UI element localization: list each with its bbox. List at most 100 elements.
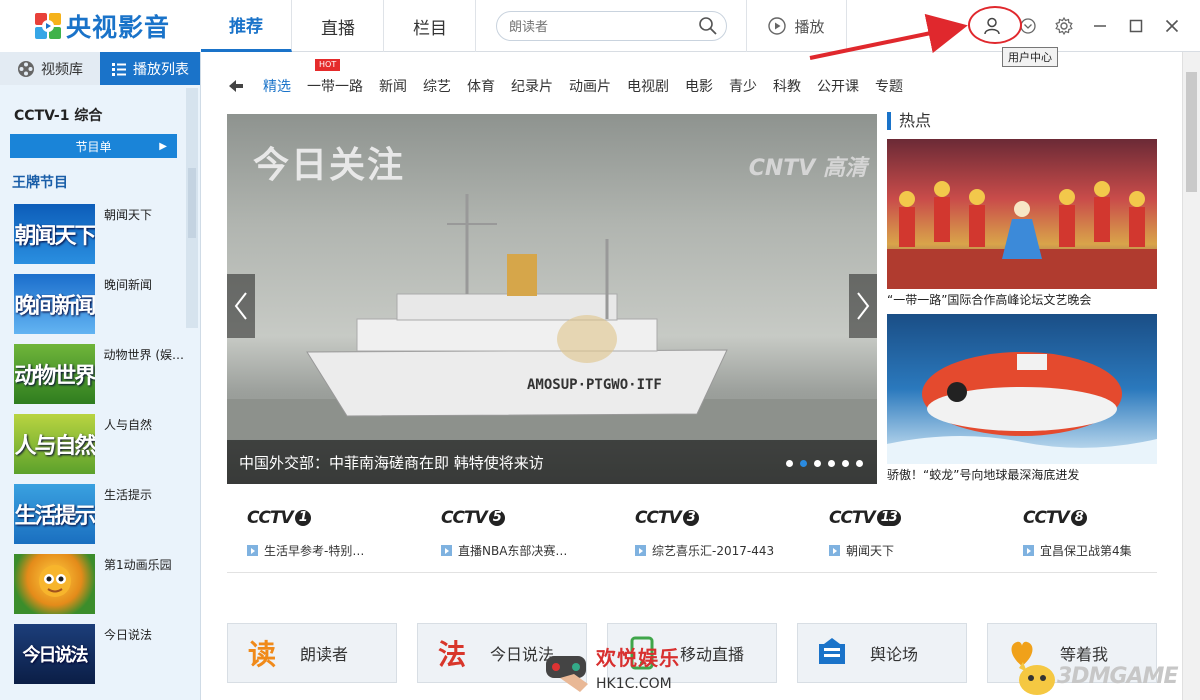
cctv-logo: CCTV 8 [1023,505,1193,531]
channel-item[interactable]: CCTV 13 朝闻天下 [809,505,999,559]
category-featured[interactable]: 精选 [263,76,291,96]
logo-icon [34,12,62,40]
category-tv-drama[interactable]: 电视剧 [627,76,669,96]
hot-caption[interactable]: 骄傲！“蛟龙”号向地球最深海底进发 [887,466,1079,483]
settings-icon[interactable] [1052,14,1076,38]
hot-caption[interactable]: “一带一路”国际合作高峰论坛文艺晚会 [887,291,1091,308]
gamepad-hand-icon [546,656,588,692]
card-label: 移动直播 [680,645,745,664]
channel-program: 直播NBA东部决赛… [458,544,568,558]
sidebar-scrollbar[interactable] [186,88,198,328]
cartoon-character-icon [38,565,71,597]
carousel-dot[interactable] [786,460,793,467]
carousel-prev-button[interactable] [227,274,255,338]
3dmgame-watermark: 3DMGAME [1015,658,1200,698]
program-item[interactable]: 朝闻天下 朝闻天下 [14,204,184,274]
channel-title: CCTV-1 综合 [14,108,103,124]
program-name: 人与自然 [104,418,153,432]
program-name: 动物世界 (娱… [103,348,185,362]
main-scrollbar[interactable] [1182,52,1200,700]
channel-program: 综艺喜乐汇-2017-443 [652,544,775,558]
card-label: 朗读者 [300,645,349,664]
play-icon [247,545,258,556]
cctv-logo: CCTV 3 [635,505,805,531]
carousel-next-button[interactable] [849,274,877,338]
tab-playlist[interactable]: 播放列表 [100,52,200,85]
channel-program: 宜昌保卫战第4集 [1040,544,1132,558]
gala-performers-image [887,181,1157,289]
play-icon [1023,545,1034,556]
user-center-tooltip: 用户中心 [1002,47,1058,67]
category-special[interactable]: 专题 [875,76,903,96]
program-guide-button[interactable]: 节目单 ▶ [10,134,177,158]
category-sports[interactable]: 体育 [467,76,495,96]
carousel-dot-active[interactable] [800,460,807,467]
hot-badge: HOT [315,59,341,71]
channel-item[interactable]: CCTV 1 生活早参考-特别… [227,505,417,559]
legal-icon: 法 [437,638,466,671]
program-thumbnail: 生活提示 [14,484,95,544]
category-news[interactable]: 新闻 [379,76,407,96]
category-label: 一带一路 [307,79,363,95]
category-youth[interactable]: 青少 [729,76,757,96]
chevron-right-icon [857,292,870,320]
category-documentary[interactable]: 纪录片 [511,76,553,96]
highlight-circle [968,6,1022,44]
program-thumbnail: 动物世界 [14,344,95,404]
channel-item[interactable]: CCTV 5 直播NBA东部决赛… [421,505,611,559]
back-arrow-icon[interactable] [227,77,245,95]
hot-image-gala[interactable] [887,139,1157,289]
carousel-dot[interactable] [856,460,863,467]
channel-item[interactable]: CCTV 3 综艺喜乐汇-2017-443 [615,505,805,559]
hero-carousel[interactable]: AMOSUP·PTGWO·ITF 今日关注 CNTV 高清 中国外交部：中菲南海… [227,114,877,484]
cctv-logo: CCTV 13 [829,505,999,531]
close-icon[interactable] [1160,14,1184,38]
carousel-dot[interactable] [842,460,849,467]
carousel-dots [786,460,863,467]
program-item[interactable]: 今日说法 今日说法 [14,624,184,694]
readers-icon: 读 [247,638,276,671]
section-title: 王牌节目 [12,175,68,191]
category-movie[interactable]: 电影 [685,76,713,96]
program-item[interactable]: 人与自然 人与自然 [14,414,184,484]
sidebar-scrollbar-thumb[interactable] [188,168,196,238]
tab-recommend[interactable]: 推荐 [201,0,292,52]
program-item[interactable]: 动物世界 动物世界 (娱… [14,344,184,414]
card-readers[interactable]: 读 朗读者 [227,623,397,683]
main-scrollbar-thumb[interactable] [1186,72,1197,192]
hot-image-submarine[interactable] [887,314,1157,464]
tab-live[interactable]: 直播 [293,0,384,52]
search-input[interactable] [509,12,699,40]
carousel-dot[interactable] [828,460,835,467]
card-forum[interactable]: 舆论场 [797,623,967,683]
hero-title: 今日关注 [253,145,406,186]
program-item[interactable]: 晚间新闻 晚间新闻 [14,274,184,344]
maximize-icon[interactable] [1124,14,1148,38]
program-name: 生活提示 [104,488,153,502]
program-thumbnail: 晚间新闻 [14,274,95,334]
carousel-dot[interactable] [814,460,821,467]
search-box[interactable] [496,11,727,41]
chevron-left-icon [234,292,247,320]
minimize-icon[interactable] [1088,14,1112,38]
program-item[interactable]: 第1动画乐园 [14,554,184,624]
play-icon [829,545,840,556]
tab-video-library[interactable]: 视频库 [0,52,100,85]
submarine-image [887,352,1157,464]
category-open-class[interactable]: 公开课 [817,76,859,96]
category-bar: 精选 HOT 一带一路 新闻 综艺 体育 纪录片 动画片 电视剧 电影 青少 科… [227,59,919,104]
tab-video-library-label: 视频库 [41,61,83,78]
category-variety[interactable]: 综艺 [423,76,451,96]
channel-item[interactable]: CCTV 8 宜昌保卫战第4集 [1003,505,1193,559]
program-item[interactable]: 生活提示 生活提示 [14,484,184,554]
category-animation[interactable]: 动画片 [569,76,611,96]
play-icon [441,545,452,556]
category-belt-road[interactable]: HOT 一带一路 [307,59,363,96]
play-button[interactable]: 播放 [746,0,847,52]
forum-icon [812,633,852,673]
hot-heading: 热点 [887,112,931,130]
search-icon[interactable] [698,16,718,36]
ship-hull-text: AMOSUP·PTGWO·ITF [527,377,662,393]
category-science[interactable]: 科教 [773,76,801,96]
tab-columns[interactable]: 栏目 [385,0,476,52]
